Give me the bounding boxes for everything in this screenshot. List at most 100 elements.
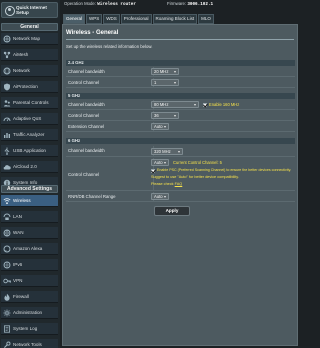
label-5g-bandwidth: Channel bandwidth: [68, 102, 105, 107]
enable-160mhz-label: Enable 160 MHz: [209, 102, 240, 107]
usb-icon: [3, 147, 11, 155]
sidebar-item-aimesh[interactable]: AiMesh: [1, 49, 58, 61]
sidebar-item-label: Adaptive QoS: [13, 116, 42, 121]
select-5g-control-channel[interactable]: 36: [151, 112, 179, 119]
sidebar-item-network-map[interactable]: Network Map: [1, 33, 58, 45]
firmware-value[interactable]: 3006.102.1: [187, 2, 213, 7]
sidebar-item-label: AiCloud 2.0: [13, 164, 37, 169]
sidebar-item-usb-application[interactable]: USB Application: [1, 145, 58, 157]
vpn-icon: [3, 277, 11, 285]
enable-160mhz-checkbox[interactable]: [203, 103, 207, 107]
sidebar-item-aiprotection[interactable]: AiProtection: [1, 81, 58, 93]
operation-mode: Operation Mode: Wireless router: [64, 1, 136, 8]
firmware-label: Firmware:: [167, 1, 187, 6]
network-map-icon: [3, 35, 11, 43]
sidebar: Quick Internet Setup General Network Map…: [0, 0, 60, 348]
label-2g-control-channel: Control Channel: [68, 80, 100, 85]
sidebar-item-label: Firewall: [13, 294, 29, 299]
traffic-analyzer-icon: [3, 131, 11, 139]
enable-psc-label: Enable PSC (Preferred Scanning Channel) …: [157, 168, 292, 172]
sidebar-item-label: Parental Controls: [13, 100, 49, 105]
select-2g-control-channel[interactable]: 1: [151, 79, 179, 86]
sidebar-item-wan[interactable]: WAN: [1, 227, 58, 239]
band-header-5g: 5 GHz: [66, 93, 295, 99]
sidebar-item-label: AiMesh: [13, 52, 29, 57]
system-log-icon: [3, 324, 11, 333]
select-2g-bandwidth[interactable]: 20 MHz: [151, 68, 179, 75]
top-status-bar: Operation Mode: Wireless router Firmware…: [60, 0, 300, 10]
sidebar-item-label: Network Map: [13, 36, 41, 41]
wan-icon: [3, 229, 11, 237]
tab-mlo[interactable]: MLO: [198, 14, 214, 24]
select-5g-extension-channel[interactable]: Auto: [151, 123, 169, 130]
sidebar-item-aicloud-2-0[interactable]: AiCloud 2.0: [1, 161, 58, 173]
band-header-2g: 2.4 GHz: [66, 60, 295, 66]
sidebar-item-system-log[interactable]: System Log: [1, 323, 58, 335]
tab-wps[interactable]: WPS: [86, 14, 103, 24]
wireless-general-panel: Wireless - General Set up the wireless r…: [62, 24, 298, 346]
general-section-header: General: [1, 23, 58, 31]
label-5g-control-channel: Control Channel: [68, 113, 100, 118]
sidebar-item-traffic-analyzer[interactable]: Traffic Analyzer: [1, 129, 58, 141]
row-6g-control-channel: Control Channel Auto Current Control Cha…: [66, 158, 295, 191]
sidebar-item-label: Administration: [13, 310, 43, 315]
row-6g-bandwidth: Channel bandwidth 320 MHz: [66, 146, 295, 157]
tab-general[interactable]: General: [63, 14, 86, 24]
row-5g-extension-channel: Extension Channel Auto: [66, 122, 295, 132]
apply-button[interactable]: Apply: [154, 206, 190, 216]
row-2g-bandwidth: Channel bandwidth 20 MHz: [66, 67, 295, 77]
sidebar-item-label: System Log: [13, 326, 38, 331]
sidebar-item-network-tools[interactable]: Network Tools: [1, 339, 58, 348]
cloud-icon: [3, 163, 11, 171]
sidebar-item-label: AiProtection: [13, 84, 38, 89]
sidebar-item-label: Wireless: [13, 198, 31, 203]
select-6g-control-channel[interactable]: Auto: [151, 159, 169, 166]
page-title: Wireless - General: [66, 30, 119, 36]
label-rnr-range: RNR/DB Channel Range: [68, 194, 116, 199]
shield-icon: [3, 83, 11, 91]
network-icon: [3, 67, 11, 75]
sidebar-item-firewall[interactable]: Firewall: [1, 291, 58, 303]
sidebar-item-label: Amazon Alexa: [13, 246, 43, 251]
sidebar-item-adaptive-qos[interactable]: Adaptive QoS: [1, 113, 58, 125]
row-2g-control-channel: Control Channel 1: [66, 78, 295, 88]
operation-mode-value[interactable]: Wireless router: [97, 2, 136, 7]
operation-mode-label: Operation Mode:: [64, 1, 97, 6]
faq-prefix: Please check: [151, 182, 174, 186]
faq-link[interactable]: FAQ: [175, 182, 183, 186]
select-6g-bandwidth[interactable]: 320 MHz: [151, 148, 183, 155]
ipv6-icon: [3, 261, 11, 269]
select-rnr-range[interactable]: Auto: [151, 193, 169, 200]
sidebar-item-network[interactable]: Network: [1, 65, 58, 77]
sidebar-item-amazon-alexa[interactable]: Amazon Alexa: [1, 243, 58, 255]
select-5g-bandwidth[interactable]: 80 MHz: [151, 101, 199, 108]
sidebar-item-vpn[interactable]: VPN: [1, 275, 58, 287]
sidebar-item-label: Network Tools: [13, 342, 42, 347]
aimesh-icon: [3, 51, 11, 59]
quick-setup-label: Quick Internet Setup: [16, 5, 47, 15]
firewall-icon: [3, 293, 11, 301]
enable-psc-checkbox[interactable]: [151, 169, 155, 173]
tab-professional[interactable]: Professional: [120, 14, 152, 24]
tab-roaming-block-list[interactable]: Roaming Block List: [152, 14, 198, 24]
quick-internet-setup-button[interactable]: Quick Internet Setup: [1, 2, 58, 18]
label-2g-bandwidth: Channel bandwidth: [68, 69, 105, 74]
faq-line: Please check FAQ: [151, 182, 182, 187]
qos-icon: [3, 115, 11, 123]
label-6g-bandwidth: Channel bandwidth: [68, 148, 105, 153]
sidebar-item-lan[interactable]: LAN: [1, 211, 58, 223]
sidebar-item-administration[interactable]: Administration: [1, 307, 58, 319]
wireless-icon: [3, 197, 11, 205]
suggest-auto-text: Suggest to use "Auto" for better device …: [151, 175, 239, 179]
row-5g-control-channel: Control Channel 36: [66, 111, 295, 121]
sidebar-item-label: WAN: [13, 230, 24, 235]
title-divider: [66, 39, 294, 40]
sidebar-item-label: Traffic Analyzer: [13, 132, 45, 137]
sidebar-item-parental-controls[interactable]: Parental Controls: [1, 97, 58, 109]
page-description: Set up the wireless related information …: [66, 44, 153, 49]
sidebar-item-wireless[interactable]: Wireless: [1, 195, 58, 207]
label-6g-control-channel: Control Channel: [68, 172, 100, 177]
tab-wds[interactable]: WDS: [103, 14, 120, 24]
sidebar-item-ipv6[interactable]: IPv6: [1, 259, 58, 271]
sidebar-item-label: LAN: [13, 214, 22, 219]
